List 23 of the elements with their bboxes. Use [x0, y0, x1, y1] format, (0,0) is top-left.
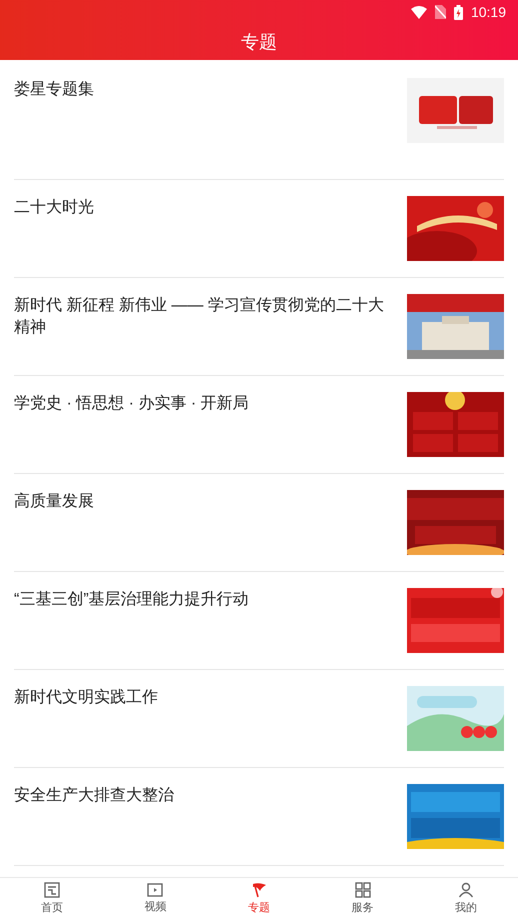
topic-title[interactable]: 学党史 · 悟思想 · 办实事 · 开新局 [14, 393, 261, 415]
nav-tab[interactable]: 我的 [414, 878, 518, 920]
status-time: 10:19 [470, 2, 506, 22]
topic-title[interactable]: 高质量发展 [14, 491, 106, 513]
nav-tab[interactable]: 专题 [207, 878, 311, 920]
no-sim-icon [434, 5, 446, 19]
video-icon [147, 882, 164, 897]
page-title: 专题 [241, 30, 277, 54]
topic-title[interactable]: 新时代 新征程 新伟业 —— 学习宣传贯彻党的二十大精神 [14, 295, 407, 339]
grid-icon [354, 882, 371, 898]
battery-icon [454, 4, 463, 20]
nav-tab[interactable]: 首页 [0, 878, 104, 920]
user-icon [458, 882, 474, 898]
nav-tab[interactable]: 视频 [104, 878, 208, 920]
wifi-icon [410, 6, 427, 18]
topic-title[interactable]: 二十大时光 [14, 197, 106, 219]
flag-icon [250, 882, 267, 898]
topic-title[interactable]: 安全生产大排查大整治 [14, 785, 186, 807]
topic-title[interactable]: 娄星专题集 [14, 79, 106, 101]
nav-tab[interactable]: 服务 [310, 878, 414, 920]
topic-title[interactable]: 新时代文明实践工作 [14, 687, 170, 709]
topic-title[interactable]: “三基三创”基层治理能力提升行动 [14, 589, 261, 611]
document-icon [44, 882, 60, 898]
